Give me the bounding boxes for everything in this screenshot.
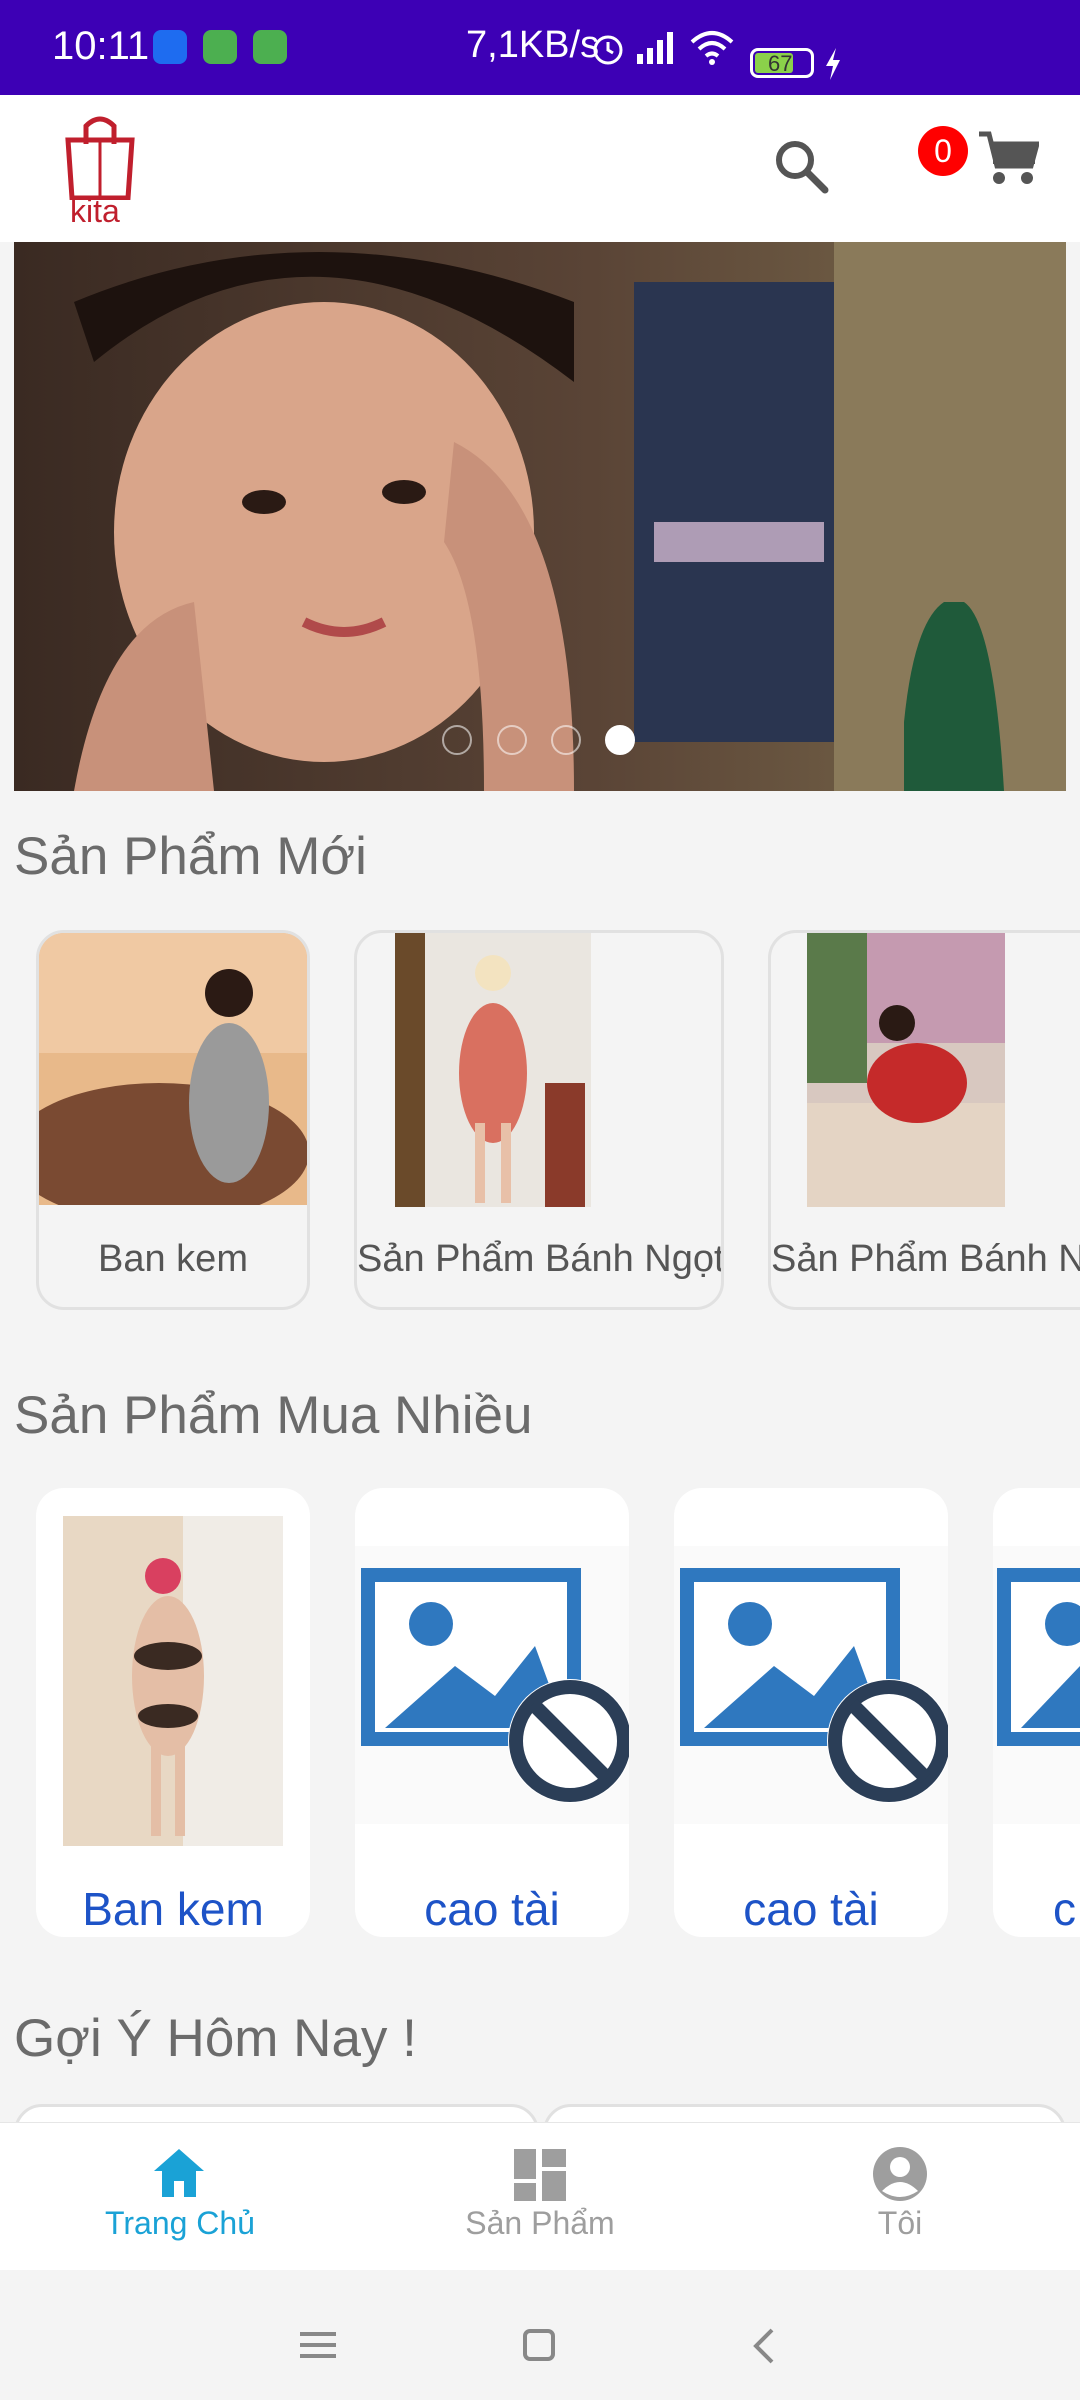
bottom-navigation: Trang Chủ Sản Phẩm Tôi bbox=[0, 2122, 1080, 2271]
top-product-card[interactable]: cao tài bbox=[355, 1488, 629, 1937]
nav-item-account[interactable]: Tôi bbox=[720, 2123, 1080, 2271]
banner-slider[interactable] bbox=[14, 242, 1066, 791]
menu-icon[interactable] bbox=[300, 2330, 336, 2360]
logo-text: kita bbox=[70, 193, 120, 229]
top-product-name: cao tài bbox=[424, 1883, 560, 1935]
section-title-suggestions: Gợi Ý Hôm Nay ! bbox=[14, 2009, 417, 2068]
shopping-bag-logo-icon[interactable] bbox=[60, 110, 140, 200]
top-product-card[interactable]: Ban kem bbox=[36, 1488, 310, 1937]
android-icon bbox=[253, 30, 287, 64]
new-product-card[interactable]: Sản Phẩm Bánh N bbox=[768, 930, 1080, 1310]
product-image bbox=[39, 933, 307, 1205]
banner-dot-4[interactable] bbox=[605, 725, 635, 755]
image-unavailable-icon bbox=[674, 1546, 948, 1824]
app-header bbox=[0, 95, 1080, 242]
system-navigation-bar bbox=[0, 2270, 1080, 2400]
nav-item-home[interactable]: Trang Chủ bbox=[0, 2123, 360, 2271]
account-icon bbox=[873, 2147, 927, 2201]
top-product-card[interactable]: cao tài bbox=[674, 1488, 948, 1937]
top-product-name: Ban kem bbox=[82, 1883, 264, 1935]
banner-image bbox=[14, 242, 1066, 791]
network-speed: 7,1KB/s bbox=[466, 24, 600, 66]
image-unavailable-icon bbox=[993, 1546, 1080, 1824]
new-product-name: Sản Phẩm Bánh N bbox=[771, 1238, 1080, 1280]
top-product-card[interactable]: c bbox=[993, 1488, 1080, 1937]
top-product-name: c bbox=[1053, 1883, 1076, 1935]
cart-count-badge: 0 bbox=[918, 126, 968, 176]
product-image bbox=[63, 1516, 283, 1846]
product-image bbox=[807, 933, 1005, 1207]
image-unavailable-icon bbox=[355, 1546, 629, 1824]
nav-item-products[interactable]: Sản Phẩm bbox=[360, 2123, 720, 2271]
section-title-new-products: Sản Phẩm Mới bbox=[14, 827, 367, 886]
signal-icon bbox=[637, 32, 673, 64]
wifi-icon bbox=[690, 31, 734, 65]
nav-label-account: Tôi bbox=[877, 2205, 923, 2241]
nav-label-home: Trang Chủ bbox=[105, 2205, 255, 2241]
new-product-card[interactable]: Sản Phẩm Bánh Ngọt bbox=[354, 930, 724, 1310]
banner-dot-2[interactable] bbox=[497, 725, 527, 755]
new-product-name: Ban kem bbox=[98, 1238, 248, 1280]
home-square-icon[interactable] bbox=[522, 2328, 556, 2362]
status-bar: 10:11 7,1KB/s 67 bbox=[0, 0, 1080, 95]
top-product-name: cao tài bbox=[743, 1883, 879, 1935]
search-icon[interactable] bbox=[773, 138, 829, 194]
back-icon[interactable] bbox=[752, 2328, 776, 2364]
banner-dot-1[interactable] bbox=[442, 725, 472, 755]
nav-label-products: Sản Phẩm bbox=[465, 2205, 615, 2241]
alarm-icon bbox=[593, 35, 623, 65]
new-product-name: Sản Phẩm Bánh Ngọt bbox=[357, 1238, 724, 1280]
product-image bbox=[395, 933, 591, 1207]
banner-dot-3[interactable] bbox=[551, 725, 581, 755]
status-time: 10:11 bbox=[52, 24, 150, 68]
dashboard-icon bbox=[514, 2149, 566, 2201]
section-title-top-products: Sản Phẩm Mua Nhiều bbox=[14, 1386, 533, 1445]
new-product-card[interactable]: Ban kem bbox=[36, 930, 310, 1310]
home-icon bbox=[154, 2149, 204, 2197]
charging-icon bbox=[826, 48, 840, 80]
zalo-icon bbox=[153, 30, 187, 64]
app-icon bbox=[203, 30, 237, 64]
battery-icon: 67 bbox=[750, 48, 814, 78]
cart-icon[interactable] bbox=[977, 130, 1039, 188]
